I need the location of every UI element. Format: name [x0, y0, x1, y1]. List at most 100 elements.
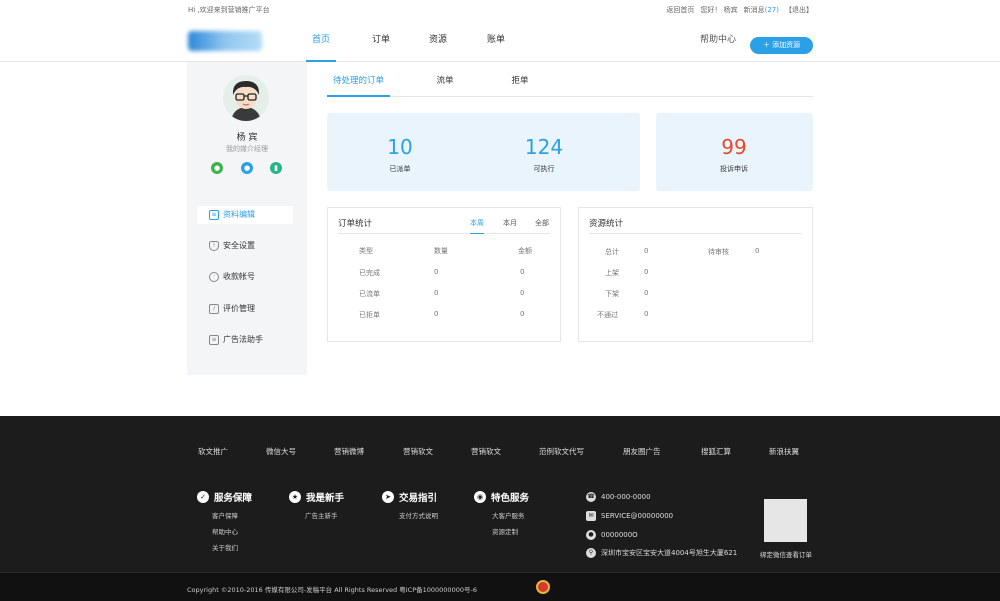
section-service: ✓ 服务保障	[197, 490, 252, 504]
footer-link[interactable]: 营销软文	[471, 446, 501, 457]
nav-bills[interactable]: 账单	[481, 18, 511, 62]
row-count: 0	[434, 268, 439, 276]
res-label: 下架	[605, 290, 619, 298]
add-resource-button[interactable]: ＋ 添加资源	[750, 37, 813, 54]
header-count: 数量	[434, 247, 448, 255]
plus-icon: ＋	[762, 41, 773, 49]
shield-icon: !	[209, 241, 219, 251]
footer-sub-link[interactable]: 关于我们	[212, 542, 238, 552]
res-value: 0	[644, 247, 649, 255]
contact-text: 深圳市宝安区宝安大道4004号旭生大厦621	[601, 549, 738, 557]
sidebar: 杨 宾 我的媒介经理 ● ● ▮ ≡ 资料编辑 ! 安全设置 · 收款帐号 / 评价管理…	[187, 62, 307, 375]
executable-count: 124	[524, 135, 564, 159]
document-icon: ≡	[209, 335, 219, 345]
row-count: 0	[434, 310, 439, 318]
period-tab-month[interactable]: 本月	[503, 218, 517, 228]
qq-icon: ●	[586, 530, 596, 540]
footer-link[interactable]: 范例软文代写	[539, 446, 584, 457]
messages-label: 新消息	[743, 6, 765, 14]
user-name: 杨 宾	[236, 133, 258, 143]
row-count: 0	[434, 289, 439, 297]
divider	[589, 233, 802, 234]
footer-sub-link[interactable]: 资源定制	[492, 526, 518, 536]
row-amount: 0	[520, 310, 525, 318]
qr-code	[764, 499, 807, 542]
top-bar: Hi ,欢迎来到营销推广平台 返回首页 您好！ 杨宾 新消息(27) 【退出】	[0, 0, 1000, 18]
footer-link[interactable]: 微信大号	[266, 446, 296, 457]
order-stats-panel: 订单统计 本周 本月 全部 类型 数量 金额 已完成 0 0 已流单 0 0 已…	[327, 207, 561, 342]
section-title: 特色服务	[491, 493, 530, 504]
welcome-text: Hi ,欢迎来到营销推广平台	[188, 6, 270, 14]
header-type: 类型	[359, 247, 373, 255]
footer-sub-link[interactable]: 客户保障	[212, 510, 238, 520]
nav-resources[interactable]: 资源	[423, 18, 453, 62]
footer-sub-link[interactable]: 广告主新手	[305, 510, 338, 520]
sidebar-item-label: 广告法助手	[223, 335, 263, 344]
sidebar-item-payment-account[interactable]: · 收款帐号	[197, 268, 293, 286]
footer-sub-link[interactable]: 大客户服务	[492, 510, 525, 520]
nav-orders[interactable]: 订单	[366, 18, 396, 62]
dispatched-label: 已派单	[389, 165, 411, 173]
logout-link[interactable]: 【退出】	[785, 5, 813, 15]
period-tab-week[interactable]: 本周	[470, 218, 484, 234]
message-count: (27)	[764, 6, 779, 14]
sidebar-item-label: 收款帐号	[223, 272, 255, 281]
greeting-text: 您好！ 杨宾	[700, 6, 738, 14]
sidebar-item-security[interactable]: ! 安全设置	[197, 237, 293, 255]
qq-icon[interactable]: ●	[241, 162, 253, 174]
id-card-icon: ≡	[209, 210, 219, 220]
tab-pending-orders[interactable]: 待处理的订单	[327, 70, 390, 97]
res-label: 待审核	[708, 248, 729, 256]
footer-link[interactable]: 营销软文	[403, 446, 433, 457]
home-link[interactable]: 返回首页	[666, 5, 694, 15]
complaint-count: 99	[721, 135, 747, 159]
footer-sub-link[interactable]: 帮助中心	[212, 526, 238, 536]
res-value: 0	[644, 289, 649, 297]
footer-link[interactable]: 搜狐汇算	[701, 446, 731, 457]
row-label: 已流单	[359, 290, 380, 298]
help-center-link[interactable]: 帮助中心	[700, 18, 736, 62]
sidebar-item-ad-law-assistant[interactable]: ≡ 广告法助手	[197, 331, 293, 349]
contact-address: ⚲ 深圳市宝安区宝安大道4004号旭生大厦621	[586, 548, 737, 558]
executable-label: 可执行	[533, 165, 555, 173]
police-emblem-icon[interactable]	[536, 580, 550, 594]
resource-stats-title: 资源统计	[589, 219, 624, 229]
divider	[338, 233, 550, 234]
res-label: 总计	[605, 248, 619, 256]
footer-link[interactable]: 朋友圈广告	[623, 446, 661, 457]
order-summary-card: 10 已派单 124 可执行	[327, 113, 640, 191]
footer-link[interactable]: 新浪扶翼	[769, 446, 799, 457]
footer-link[interactable]: 软文推广	[198, 446, 228, 457]
logo[interactable]	[188, 31, 262, 51]
contact-text: 0000000O	[601, 531, 638, 539]
complaint-card[interactable]: 99 投诉申诉	[656, 113, 813, 191]
tab-lost-orders[interactable]: 流单	[430, 70, 460, 97]
row-amount: 0	[520, 268, 525, 276]
qr-label: 绑定微信查看订单	[760, 551, 812, 559]
res-value: 0	[644, 268, 649, 276]
res-value: 0	[755, 247, 760, 255]
navigation-icon: ➤	[382, 491, 394, 503]
row-amount: 0	[520, 289, 525, 297]
phone-icon[interactable]: ▮	[270, 162, 282, 174]
location-icon: ⚲	[586, 548, 596, 558]
sidebar-item-reviews[interactable]: / 评价管理	[197, 300, 293, 318]
section-title: 交易指引	[399, 493, 438, 504]
period-tab-all[interactable]: 全部	[535, 218, 549, 228]
copyright-text: Copyright ©2010-2016 传媒有限公司-发稿平台 All Rig…	[187, 586, 477, 594]
nav-home[interactable]: 首页	[306, 18, 336, 62]
phone-icon: ☎	[586, 492, 596, 502]
sidebar-item-profile-edit[interactable]: ≡ 资料编辑	[197, 206, 293, 224]
sidebar-item-label: 资料编辑	[223, 210, 255, 219]
star-icon: ★	[289, 491, 301, 503]
dispatched-count: 10	[387, 135, 413, 159]
section-title: 服务保障	[214, 493, 253, 504]
messages-link[interactable]: 新消息(27)	[744, 5, 779, 15]
resource-stats-panel: 资源统计 总计 0 上架 0 下架 0 不通过 0 待审核 0	[578, 207, 813, 342]
row-label: 已完成	[359, 269, 380, 277]
wechat-icon[interactable]: ●	[211, 162, 223, 174]
header: 首页 订单 资源 账单 帮助中心 ＋ 添加资源	[0, 18, 1000, 62]
footer-sub-link[interactable]: 支付方式说明	[399, 510, 438, 520]
footer-link[interactable]: 营销微博	[334, 446, 364, 457]
tab-rejected-orders[interactable]: 拒单	[505, 70, 535, 97]
